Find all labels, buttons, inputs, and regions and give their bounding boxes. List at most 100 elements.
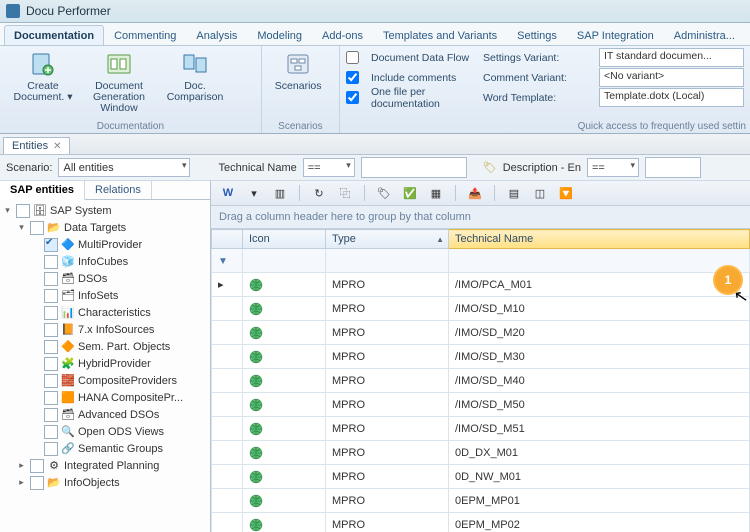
table-row[interactable]: MPRO/IMO/SD_M50 xyxy=(212,393,750,417)
word-template-field[interactable]: Template.dotx (Local) xyxy=(599,88,744,107)
include-comments-label: Include comments xyxy=(371,72,475,84)
settings-variant-field[interactable]: IT standard documen... xyxy=(599,48,744,67)
filter-icon-cell[interactable] xyxy=(243,249,326,273)
technical-name-op-combo[interactable]: == xyxy=(303,158,355,177)
table-row[interactable]: MPRO0EPM_MP01 xyxy=(212,489,750,513)
tree-item[interactable]: 🔗Semantic Groups xyxy=(0,440,210,457)
filter-button[interactable]: 🔽 xyxy=(555,183,577,203)
tab-addons[interactable]: Add-ons xyxy=(312,25,373,45)
description-op-combo[interactable]: == xyxy=(587,158,639,177)
app-title: Docu Performer xyxy=(26,4,111,18)
tree-item[interactable]: 🔷MultiProvider xyxy=(0,236,210,253)
entity-grid[interactable]: Icon Type▲ Technical Name ▼ ▸MPRO/IMO/PC… xyxy=(211,229,750,532)
tree-item[interactable]: 🧊InfoCubes xyxy=(0,253,210,270)
filter-bar: Scenario: All entities Technical Name ==… xyxy=(0,155,750,181)
col-icon[interactable]: Icon xyxy=(243,230,326,249)
layout-button[interactable]: ▤ xyxy=(503,183,525,203)
tree-item[interactable]: 📙7.x InfoSources xyxy=(0,321,210,338)
col-technical-name[interactable]: Technical Name xyxy=(449,230,750,249)
tree-item[interactable]: 🗃DSOs xyxy=(0,270,210,287)
document-tabstrip: Entities ✕ xyxy=(0,134,750,155)
dropdown-button[interactable]: ▾ xyxy=(243,183,265,203)
tree-item-icon: 🧊 xyxy=(61,255,75,269)
tree-item[interactable]: 📊Characteristics xyxy=(0,304,210,321)
col-type[interactable]: Type▲ xyxy=(326,230,449,249)
entity-tree[interactable]: ▾🗄SAP System ▾📂Data Targets 🔷MultiProvid… xyxy=(0,200,210,532)
technical-name-input[interactable] xyxy=(361,157,467,178)
tab-settings[interactable]: Settings xyxy=(507,25,567,45)
tree-item[interactable]: 🧩HybridProvider xyxy=(0,355,210,372)
ribbon-group-label-documentation: Documentation xyxy=(0,121,261,132)
tree-item[interactable]: 🔶Sem. Part. Objects xyxy=(0,338,210,355)
tab-documentation[interactable]: Documentation xyxy=(4,25,104,45)
columns-button[interactable]: ◫ xyxy=(529,183,551,203)
tree-item-icon: 🔷 xyxy=(61,238,75,252)
close-icon[interactable]: ✕ xyxy=(53,141,61,152)
tree-item-icon: 📊 xyxy=(61,306,75,320)
tree-item[interactable]: 🧱CompositeProviders xyxy=(0,372,210,389)
filter-techname-cell[interactable] xyxy=(449,249,750,273)
tree-item[interactable]: 🗃Advanced DSOs xyxy=(0,406,210,423)
onefile-checkbox[interactable] xyxy=(346,91,359,104)
table-row[interactable]: MPRO/IMO/SD_M51 xyxy=(212,417,750,441)
tree-item-icon: 🔶 xyxy=(61,340,75,354)
copy-button[interactable]: ⿻ xyxy=(334,183,356,203)
filter-row-indicator: ▼ xyxy=(212,249,243,273)
folder-icon: 📂 xyxy=(47,221,61,235)
grid-toolbar: W ▾ ▥ ↻ ⿻ 🏷 ✅ ▦ 📤 ▤ ◫ 🔽 xyxy=(211,181,750,206)
main-panel: W ▾ ▥ ↻ ⿻ 🏷 ✅ ▦ 📤 ▤ ◫ 🔽 Drag a column he… xyxy=(211,181,750,532)
sap-entities-tab[interactable]: SAP entities xyxy=(0,181,85,200)
comment-variant-label: Comment Variant: xyxy=(483,72,591,84)
window-titlebar: Docu Performer xyxy=(0,0,750,23)
tab-commenting[interactable]: Commenting xyxy=(104,25,186,45)
scenario-label: Scenario: xyxy=(6,162,52,174)
tab-modeling[interactable]: Modeling xyxy=(247,25,312,45)
table-row[interactable]: MPRO/IMO/SD_M10 xyxy=(212,297,750,321)
tree-item-icon: 📙 xyxy=(61,323,75,337)
tree-item[interactable]: 🔍Open ODS Views xyxy=(0,423,210,440)
table-row[interactable]: MPRO0D_NW_M01 xyxy=(212,465,750,489)
tab-analysis[interactable]: Analysis xyxy=(186,25,247,45)
relations-tab[interactable]: Relations xyxy=(85,181,152,199)
table-row[interactable]: MPRO0D_DX_M01 xyxy=(212,441,750,465)
export-button[interactable]: 📤 xyxy=(464,183,486,203)
table-row[interactable]: ▸MPRO/IMO/PCA_M01 xyxy=(212,273,750,297)
refresh-button[interactable]: ↻ xyxy=(308,183,330,203)
scenario-combo[interactable]: All entities xyxy=(58,158,190,177)
comment-variant-field[interactable]: <No variant> xyxy=(599,68,744,87)
include-comments-checkbox[interactable] xyxy=(346,71,359,84)
group-hint[interactable]: Drag a column header here to group by th… xyxy=(211,206,750,229)
tree-item-icon: 🧱 xyxy=(61,374,75,388)
tree-item-icon: 🗃 xyxy=(61,408,75,422)
filter-tag-icon[interactable]: 🏷 xyxy=(483,161,497,174)
description-input[interactable] xyxy=(645,157,701,178)
tree-item-icon: 🧩 xyxy=(61,357,75,371)
scenario-btn[interactable]: ▥ xyxy=(269,183,291,203)
table-row[interactable]: MPRO0EPM_MP02 xyxy=(212,513,750,532)
tag-button[interactable]: 🏷 xyxy=(373,183,395,203)
row-indicator-header xyxy=(212,230,243,249)
tree-item[interactable]: 🗂InfoSets xyxy=(0,287,210,304)
settings-variant-label: Settings Variant: xyxy=(483,52,591,64)
onefile-label: One file per documentation xyxy=(371,86,475,110)
dataflow-checkbox[interactable] xyxy=(346,51,359,64)
tab-administration[interactable]: Administra... xyxy=(664,25,745,45)
ribbon-group-label-scenarios: Scenarios xyxy=(262,121,339,132)
technical-name-label: Technical Name xyxy=(218,162,296,174)
funnel-icon: ▼ xyxy=(218,256,228,267)
tab-sap-integration[interactable]: SAP Integration xyxy=(567,25,664,45)
tree-item[interactable]: 🟧HANA CompositePr... xyxy=(0,389,210,406)
grid-button[interactable]: ▦ xyxy=(425,183,447,203)
system-icon: 🗄 xyxy=(33,204,47,218)
check-button[interactable]: ✅ xyxy=(399,183,421,203)
callout-1: 1 xyxy=(713,265,743,295)
word-export-button[interactable]: W xyxy=(217,183,239,203)
table-row[interactable]: MPRO/IMO/SD_M20 xyxy=(212,321,750,345)
table-row[interactable]: MPRO/IMO/SD_M40 xyxy=(212,369,750,393)
tree-item-icon: 🔗 xyxy=(61,442,75,456)
entities-tab[interactable]: Entities ✕ xyxy=(3,137,70,154)
tab-templates[interactable]: Templates and Variants xyxy=(373,25,507,45)
filter-type-cell[interactable] xyxy=(326,249,449,273)
tree-item-icon: 🔍 xyxy=(61,425,75,439)
table-row[interactable]: MPRO/IMO/SD_M30 xyxy=(212,345,750,369)
